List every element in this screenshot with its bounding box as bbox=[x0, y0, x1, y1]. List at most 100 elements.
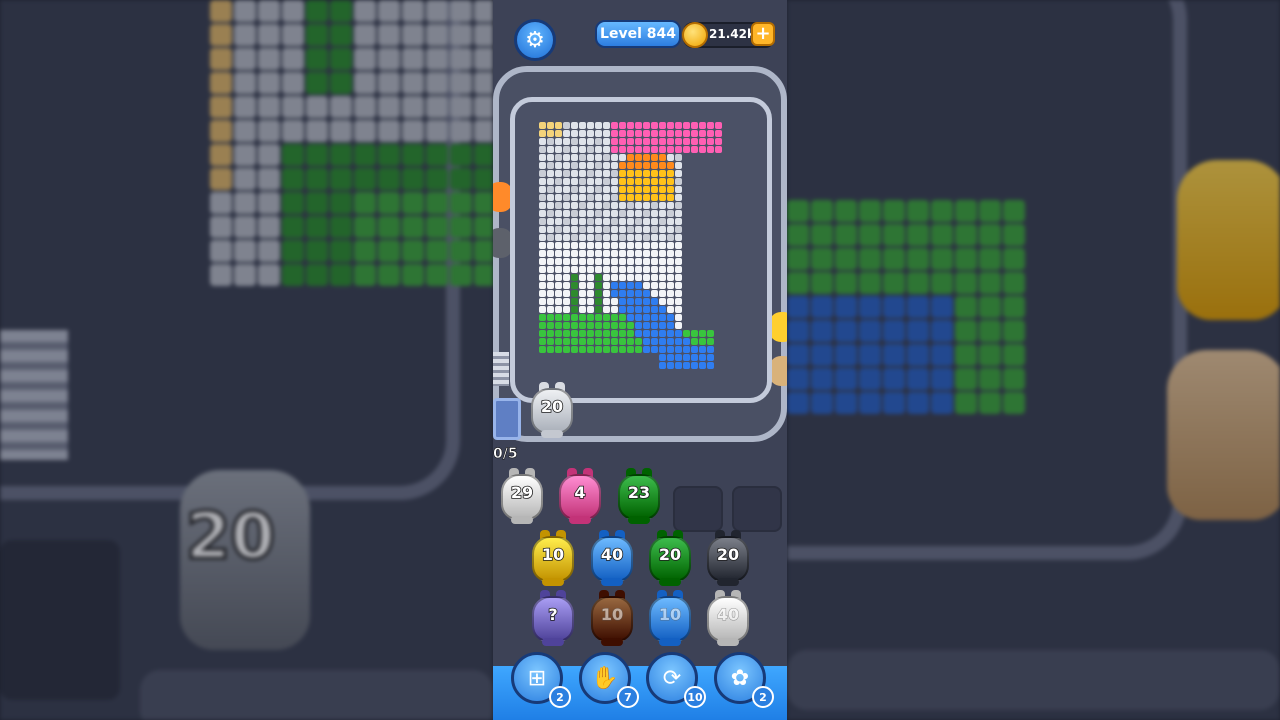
pixel bbox=[547, 314, 554, 321]
pixel bbox=[611, 274, 618, 281]
grid-pig[interactable]: ? bbox=[530, 590, 576, 646]
pixel bbox=[675, 322, 682, 329]
background-right bbox=[787, 0, 1280, 720]
pixel bbox=[547, 234, 554, 241]
pixel bbox=[555, 314, 562, 321]
grid-pig[interactable]: 10 bbox=[589, 590, 635, 646]
pixel bbox=[627, 186, 634, 193]
queue-pig[interactable]: 23 bbox=[616, 468, 662, 524]
pixel bbox=[691, 146, 698, 153]
pixel bbox=[715, 122, 722, 129]
pixel bbox=[547, 162, 554, 169]
pixel bbox=[563, 282, 570, 289]
pixel bbox=[603, 170, 610, 177]
pixel bbox=[691, 362, 698, 369]
pixel bbox=[571, 322, 578, 329]
grid-pig[interactable]: 40 bbox=[589, 530, 635, 586]
pixel bbox=[587, 242, 594, 249]
pixel bbox=[619, 322, 626, 329]
pixel bbox=[611, 290, 618, 297]
pixel bbox=[627, 330, 634, 337]
pixel bbox=[635, 306, 642, 313]
queue-pig[interactable]: 29 bbox=[499, 468, 545, 524]
pixel bbox=[539, 290, 546, 297]
pixel bbox=[611, 266, 618, 273]
pixel bbox=[579, 266, 586, 273]
pixel bbox=[587, 330, 594, 337]
pixel bbox=[539, 138, 546, 145]
pixel bbox=[603, 138, 610, 145]
pixel bbox=[667, 274, 674, 281]
pixel bbox=[539, 274, 546, 281]
pixel bbox=[547, 154, 554, 161]
pixel bbox=[659, 330, 666, 337]
pixel bbox=[563, 226, 570, 233]
pixel bbox=[571, 194, 578, 201]
pixel bbox=[675, 258, 682, 265]
pixel bbox=[675, 242, 682, 249]
grid-pig[interactable]: 20 bbox=[705, 530, 751, 586]
pixel bbox=[635, 202, 642, 209]
pixel bbox=[635, 162, 642, 169]
pig-count: 20 bbox=[716, 544, 740, 565]
pixel bbox=[555, 170, 562, 177]
pixel bbox=[539, 258, 546, 265]
pixel bbox=[659, 322, 666, 329]
pixel bbox=[651, 250, 658, 257]
pixel bbox=[683, 362, 690, 369]
pixel bbox=[683, 146, 690, 153]
pixel bbox=[563, 234, 570, 241]
pixel bbox=[595, 306, 602, 313]
add-coins-button[interactable]: + bbox=[751, 22, 775, 46]
pixel bbox=[611, 146, 618, 153]
pixel bbox=[603, 194, 610, 201]
track-pig-count: 20 bbox=[540, 396, 564, 417]
pixel bbox=[563, 122, 570, 129]
pixel bbox=[563, 178, 570, 185]
grid-pig[interactable]: 10 bbox=[647, 590, 693, 646]
pixel bbox=[579, 258, 586, 265]
pixel bbox=[571, 234, 578, 241]
empty-queue-slot bbox=[673, 486, 723, 532]
pixel bbox=[587, 170, 594, 177]
pixel bbox=[571, 346, 578, 353]
pixel bbox=[547, 306, 554, 313]
pixel bbox=[611, 306, 618, 313]
pixel bbox=[611, 338, 618, 345]
pixel bbox=[619, 338, 626, 345]
pixel bbox=[659, 266, 666, 273]
pixel bbox=[659, 242, 666, 249]
pixel bbox=[627, 322, 634, 329]
queue-pig[interactable]: 4 bbox=[557, 468, 603, 524]
pixel bbox=[571, 146, 578, 153]
track-pig[interactable]: 20 bbox=[529, 382, 575, 438]
pixel bbox=[539, 178, 546, 185]
pixel bbox=[547, 338, 554, 345]
pixel bbox=[611, 234, 618, 241]
pixel bbox=[627, 266, 634, 273]
pixel bbox=[611, 210, 618, 217]
pixel bbox=[619, 266, 626, 273]
pig-count: 10 bbox=[600, 605, 624, 625]
pixel bbox=[707, 130, 714, 137]
pixel bbox=[675, 298, 682, 305]
pixel bbox=[547, 250, 554, 257]
grid-pig[interactable]: 40 bbox=[705, 590, 751, 646]
pixel bbox=[539, 210, 546, 217]
pixel bbox=[643, 162, 650, 169]
pixel bbox=[539, 226, 546, 233]
pixel bbox=[547, 138, 554, 145]
pixel bbox=[571, 138, 578, 145]
pig-count: 10 bbox=[658, 605, 682, 625]
pixel bbox=[683, 354, 690, 361]
gear-icon[interactable]: ⚙ bbox=[514, 19, 556, 61]
grid-pig[interactable]: 20 bbox=[647, 530, 693, 586]
pixel bbox=[563, 218, 570, 225]
pixel bbox=[611, 330, 618, 337]
pixel bbox=[627, 194, 634, 201]
pixel bbox=[563, 322, 570, 329]
pixel bbox=[667, 314, 674, 321]
grid-pig[interactable]: 10 bbox=[530, 530, 576, 586]
pixel bbox=[579, 178, 586, 185]
pixel bbox=[651, 258, 658, 265]
